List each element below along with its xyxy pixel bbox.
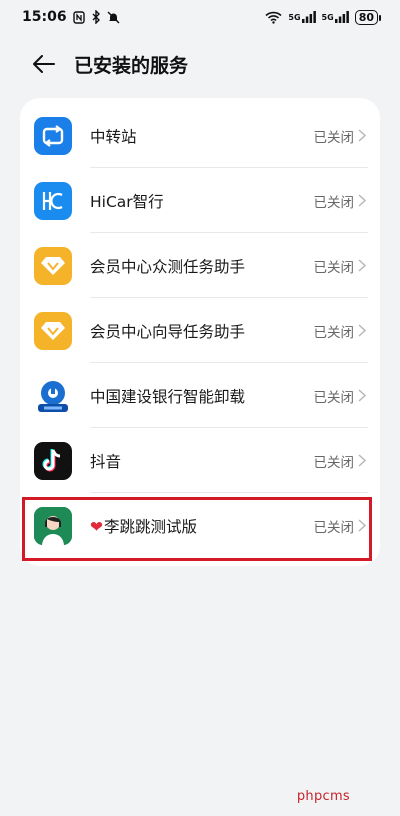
service-status: 已关闭 xyxy=(313,389,355,406)
heart-icon: ❤ xyxy=(90,517,103,536)
signal-2-label: 5G xyxy=(321,12,334,22)
service-name: 中转站 xyxy=(90,127,137,146)
chevron-right-icon xyxy=(358,519,366,532)
service-status: 已关闭 xyxy=(313,259,355,276)
douyin-icon xyxy=(34,441,72,480)
signal-icon: 5G xyxy=(322,11,349,23)
service-name: ❤李跳跳测试版 xyxy=(90,515,314,537)
back-arrow-icon xyxy=(33,55,55,73)
chevron-right-icon xyxy=(358,324,366,337)
service-status: 已关闭 xyxy=(313,324,355,341)
service-status: 已关闭 xyxy=(313,129,355,146)
service-name: HiCar智行 xyxy=(90,192,164,211)
service-item-hicar[interactable]: HiCar智行 已关闭 xyxy=(20,168,380,233)
service-name-text: 李跳跳测试版 xyxy=(104,517,198,536)
bluetooth-icon xyxy=(91,10,101,24)
hicar-icon xyxy=(34,181,72,220)
back-button[interactable] xyxy=(26,46,62,82)
member-diamond-icon xyxy=(34,246,72,285)
nfc-icon xyxy=(72,10,85,24)
service-status: 已关闭 xyxy=(313,194,355,211)
service-item-ccb-smart-uninstall[interactable]: 中国建设银行智能卸载 已关闭 xyxy=(20,363,380,428)
chevron-right-icon xyxy=(358,454,366,467)
status-time: 15:06 xyxy=(22,9,67,25)
ccb-icon xyxy=(34,376,72,415)
service-status: 已关闭 xyxy=(313,519,355,536)
page-title: 已安装的服务 xyxy=(74,54,189,77)
service-status: 已关闭 xyxy=(313,454,355,471)
chevron-right-icon xyxy=(358,259,366,272)
chevron-right-icon xyxy=(358,194,366,207)
service-item-member-guide-assistant[interactable]: 会员中心向导任务助手 已关闭 xyxy=(20,298,380,363)
service-item-li-tiaotiao-beta[interactable]: ❤李跳跳测试版 已关闭 xyxy=(20,493,380,558)
transfer-icon xyxy=(34,116,72,155)
status-bar: 15:06 5G 5G 80 xyxy=(0,0,400,34)
service-item-transfer-station[interactable]: 中转站 已关闭 xyxy=(20,103,380,168)
service-name: 抖音 xyxy=(90,452,122,471)
service-item-member-testing-assistant[interactable]: 会员中心众测任务助手 已关闭 xyxy=(20,233,380,298)
service-name: 中国建设银行智能卸载 xyxy=(90,387,246,406)
lijumpjump-icon xyxy=(34,506,72,545)
chevron-right-icon xyxy=(358,389,366,402)
service-name: 会员中心向导任务助手 xyxy=(90,322,246,341)
signal-1-label: 5G xyxy=(288,12,301,22)
page-header: 已安装的服务 xyxy=(0,44,400,84)
battery-indicator: 80 xyxy=(354,9,382,25)
service-list: 中转站 已关闭 HiCar智行 已关闭 会员中心众测任务助手 已关闭 会员中心向… xyxy=(20,98,380,566)
chevron-right-icon xyxy=(358,129,366,142)
watermark: phpcms xyxy=(296,789,350,804)
service-item-douyin[interactable]: 抖音 已关闭 xyxy=(20,428,380,493)
service-name: 会员中心众测任务助手 xyxy=(90,257,246,276)
signal-icon: 5G xyxy=(288,11,316,23)
mute-icon xyxy=(107,11,120,24)
member-diamond-icon xyxy=(34,311,72,350)
wifi-icon xyxy=(265,11,282,24)
